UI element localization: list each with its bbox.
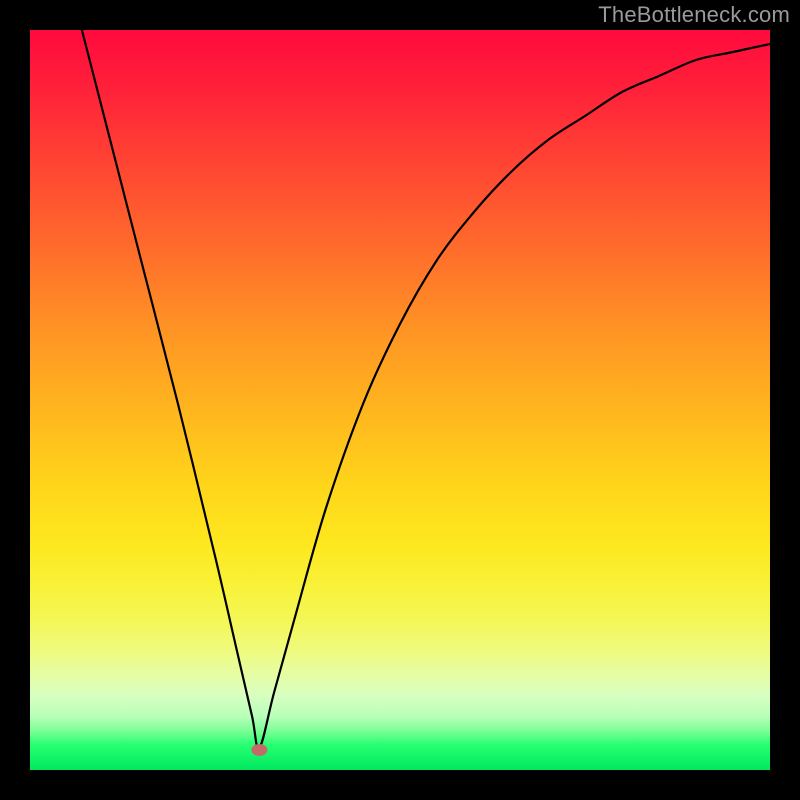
curve-layer	[30, 30, 770, 770]
watermark-text: TheBottleneck.com	[598, 2, 790, 28]
plot-area	[30, 30, 770, 770]
chart-frame: TheBottleneck.com	[0, 0, 800, 800]
bottleneck-curve	[30, 30, 770, 749]
minimum-dot	[251, 744, 267, 756]
